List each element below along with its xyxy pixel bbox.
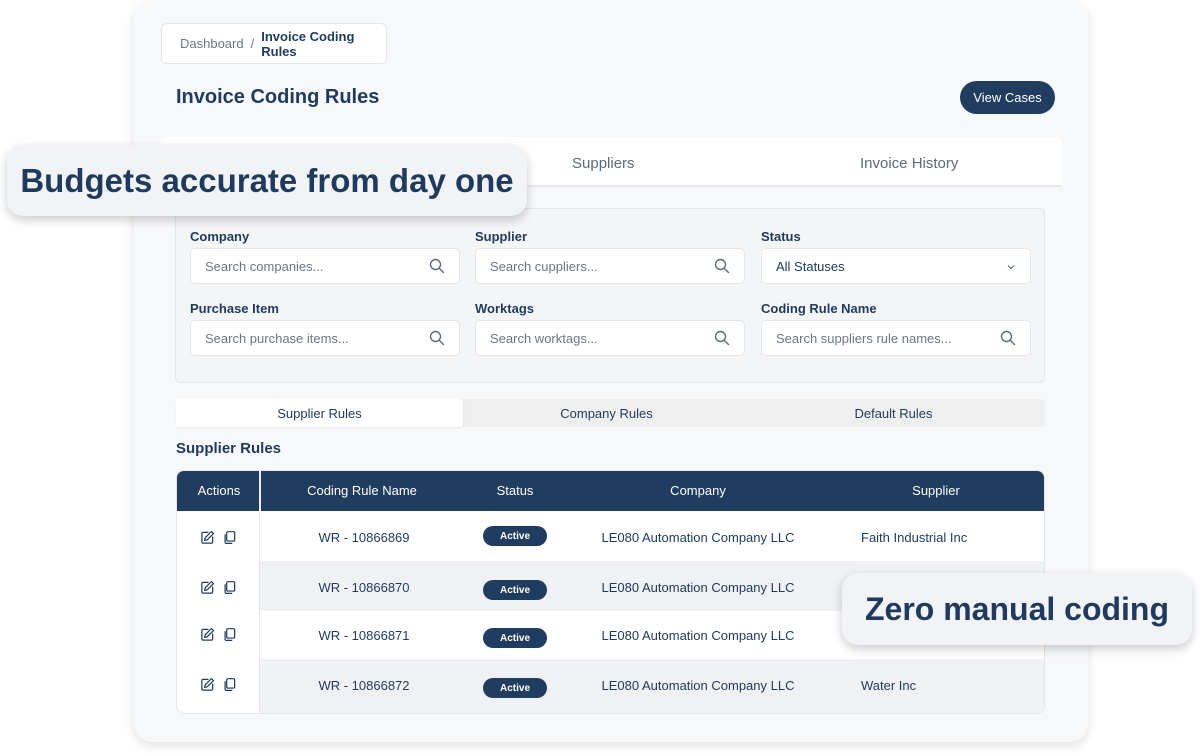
status-badge: Active [483,628,547,648]
column-header-coding-rule-name[interactable]: Coding Rule Name [307,483,417,498]
supplier-cell: Water Inc [861,678,917,693]
table-row[interactable]: WR - 10866872 Active LE080 Automation Co… [177,659,1044,713]
edit-icon[interactable] [200,530,215,545]
edit-icon[interactable] [200,677,215,692]
copy-icon[interactable] [222,530,237,545]
search-icon [714,330,730,346]
supplier-search-input[interactable] [490,258,700,274]
status-select[interactable]: All Statuses [761,248,1031,284]
breadcrumb-current: Invoice Coding Rules [261,28,355,59]
purchase-item-search-field[interactable] [190,320,460,356]
breadcrumb-dashboard-link[interactable]: Dashboard [180,36,244,51]
search-icon [429,258,445,274]
actions-column [177,511,260,713]
callout-zero-manual-coding: Zero manual coding [842,573,1192,645]
status-badge: Active [483,678,547,698]
copy-icon[interactable] [222,627,237,642]
company-cell: LE080 Automation Company LLC [601,628,795,643]
supplier-label: Supplier [475,229,528,244]
purchase-item-label: Purchase Item [190,301,279,316]
company-search-input[interactable] [205,258,415,274]
tab-default-rules[interactable]: Default Rules [750,399,1037,427]
status-badge: Active [483,580,547,600]
tab-suppliers[interactable]: Suppliers [572,155,635,172]
edit-icon[interactable] [200,580,215,595]
column-divider [259,471,261,511]
column-header-company[interactable]: Company [670,483,726,498]
breadcrumb: Dashboard / Invoice Coding Rules [161,23,387,64]
copy-icon[interactable] [222,580,237,595]
coding-rule-name-search-input[interactable] [776,330,986,346]
coding-rule-name-search-field[interactable] [761,320,1031,356]
status-badge: Active [483,526,547,546]
page-title: Invoice Coding Rules [176,86,380,108]
status-select-value: All Statuses [776,258,845,274]
edit-icon[interactable] [200,627,215,642]
table-header: Actions Coding Rule Name Status Company … [177,471,1044,511]
table-row[interactable]: WR - 10866869 Active LE080 Automation Co… [177,511,1044,561]
coding-rule-name-label: Coding Rule Name [761,301,877,316]
search-icon [714,258,730,274]
tab-company-rules[interactable]: Company Rules [463,399,750,427]
copy-icon[interactable] [222,677,237,692]
purchase-item-search-input[interactable] [205,330,415,346]
search-icon [1000,330,1016,346]
coding-rule-name-cell: WR - 10866872 [318,678,410,693]
tab-invoice-history[interactable]: Invoice History [860,155,958,172]
callout-budgets: Budgets accurate from day one [7,145,527,216]
company-cell: LE080 Automation Company LLC [601,678,795,693]
status-label: Status [761,229,801,244]
company-cell: LE080 Automation Company LLC [601,530,795,545]
column-header-actions: Actions [197,483,241,498]
worktags-search-field[interactable] [475,320,745,356]
breadcrumb-separator: / [250,36,255,51]
company-label: Company [190,229,250,244]
filter-panel: Company Supplier Status All Statuses Pur… [175,208,1045,383]
section-title: Supplier Rules [176,440,282,457]
chevron-down-icon [1007,265,1015,270]
column-header-supplier[interactable]: Supplier [912,483,960,498]
column-header-status[interactable]: Status [497,483,534,498]
supplier-cell: Faith Industrial Inc [861,530,968,545]
worktags-search-input[interactable] [490,330,700,346]
view-cases-button[interactable]: View Cases [960,81,1055,114]
worktags-label: Worktags [475,301,534,316]
coding-rule-name-cell: WR - 10866869 [318,530,410,545]
supplier-search-field[interactable] [475,248,745,284]
tab-supplier-rules[interactable]: Supplier Rules [176,399,463,427]
coding-rule-name-cell: WR - 10866870 [318,580,410,595]
search-icon [429,330,445,346]
company-search-field[interactable] [190,248,460,284]
rule-type-tabs: Supplier Rules Company Rules Default Rul… [176,399,1045,427]
coding-rule-name-cell: WR - 10866871 [318,628,410,643]
company-cell: LE080 Automation Company LLC [601,580,795,595]
